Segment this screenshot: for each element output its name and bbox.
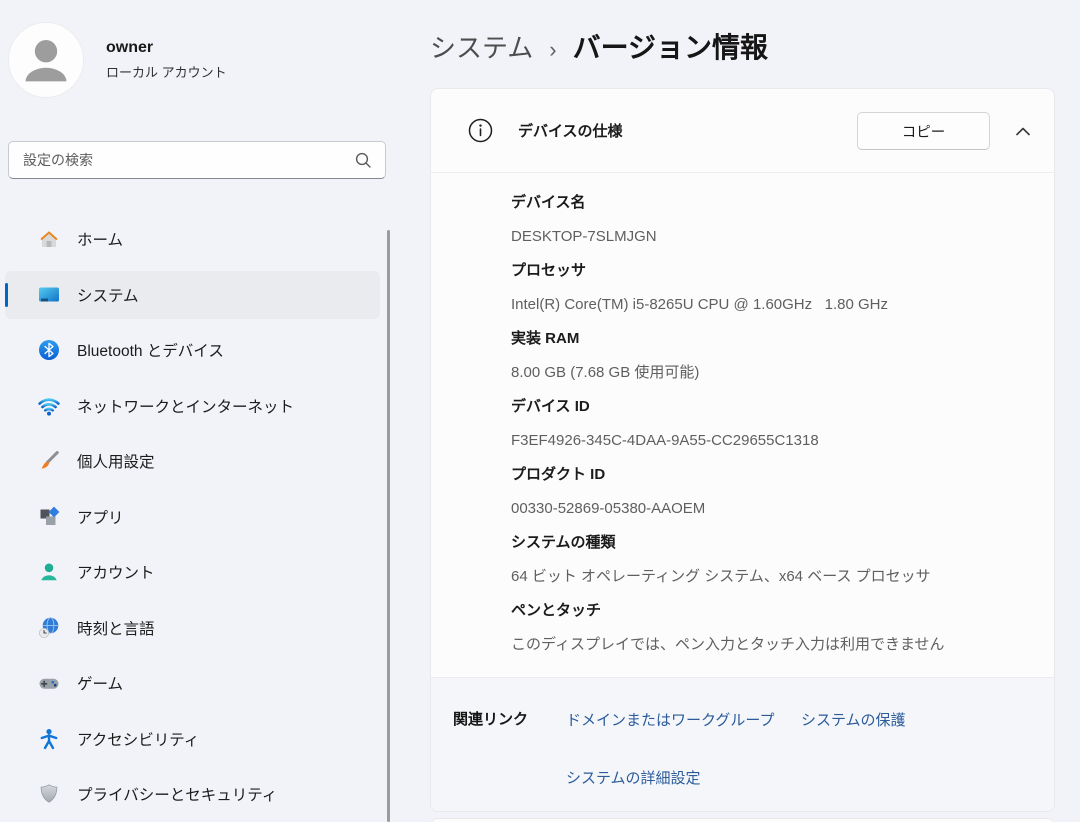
breadcrumb-separator-icon: › <box>549 37 556 63</box>
device-specs-title: デバイスの仕様 <box>518 120 623 141</box>
accounts-icon <box>36 559 62 585</box>
system-icon <box>36 282 62 308</box>
breadcrumb-system[interactable]: システム <box>430 28 533 65</box>
copy-button[interactable]: コピー <box>857 112 990 150</box>
spec-value: F3EF4926-345C-4DAA-9A55-CC29655C1318 <box>511 424 1024 458</box>
sidebar-nav: ホーム システム <box>5 215 380 822</box>
spec-row: プロセッサ Intel(R) Core(TM) i5-8265U CPU @ 1… <box>511 254 1024 322</box>
privacy-shield-icon <box>36 781 62 807</box>
apps-icon <box>36 504 62 530</box>
sidebar-item-accessibility[interactable]: アクセシビリティ <box>5 715 380 763</box>
spec-value: 00330-52869-05380-AAOEM <box>511 492 1024 526</box>
sidebar-item-accounts[interactable]: アカウント <box>5 548 380 596</box>
settings-sidebar: owner ローカル アカウント ホーム <box>0 0 392 822</box>
personalization-icon <box>36 448 62 474</box>
sidebar-item-system[interactable]: システム <box>5 271 380 319</box>
sidebar-item-label: アプリ <box>77 506 124 528</box>
spec-value: 8.00 GB (7.68 GB 使用可能) <box>511 356 1024 390</box>
spec-row: デバイス ID F3EF4926-345C-4DAA-9A55-CC29655C… <box>511 390 1024 458</box>
spec-value: 64 ビット オペレーティング システム、x64 ベース プロセッサ <box>511 560 1024 594</box>
sidebar-item-label: システム <box>77 284 139 306</box>
bluetooth-icon <box>36 337 62 363</box>
spec-label: プロセッサ <box>511 254 1024 288</box>
sidebar-item-label: 時刻と言語 <box>77 617 155 639</box>
search-icon <box>353 150 373 170</box>
spec-row: システムの種類 64 ビット オペレーティング システム、x64 ベース プロセ… <box>511 526 1024 594</box>
spec-value: Intel(R) Core(TM) i5-8265U CPU @ 1.60GHz… <box>511 288 1024 322</box>
page-title: バージョン情報 <box>573 26 768 66</box>
spec-label: デバイス ID <box>511 390 1024 424</box>
gaming-icon <box>36 670 62 696</box>
sidebar-item-privacy-security[interactable]: プライバシーとセキュリティ <box>5 770 380 818</box>
spec-label: デバイス名 <box>511 186 1024 220</box>
spec-label: 実装 RAM <box>511 322 1024 356</box>
spec-label: システムの種類 <box>511 526 1024 560</box>
spec-label: プロダクト ID <box>511 458 1024 492</box>
sidebar-scrollbar[interactable] <box>387 230 390 822</box>
info-icon <box>467 117 494 144</box>
link-domain-workgroup[interactable]: ドメインまたはワークグループ <box>566 709 775 730</box>
sidebar-item-label: アクセシビリティ <box>77 728 199 750</box>
spec-label: ペンとタッチ <box>511 594 1024 628</box>
spec-value: このディスプレイでは、ペン入力とタッチ入力は利用できません <box>511 628 1024 662</box>
user-name: owner <box>106 39 227 57</box>
sidebar-item-label: プライバシーとセキュリティ <box>77 783 277 805</box>
sidebar-item-personalization[interactable]: 個人用設定 <box>5 437 380 485</box>
link-advanced-system-settings[interactable]: システムの詳細設定 <box>566 767 701 788</box>
avatar <box>8 22 84 98</box>
time-language-icon <box>36 615 62 641</box>
accessibility-icon <box>36 726 62 752</box>
sidebar-item-time-language[interactable]: 時刻と言語 <box>5 604 380 652</box>
related-links-title: 関連リンク <box>453 708 528 729</box>
person-icon <box>9 22 83 98</box>
spec-row: 実装 RAM 8.00 GB (7.68 GB 使用可能) <box>511 322 1024 390</box>
sidebar-item-apps[interactable]: アプリ <box>5 493 380 541</box>
user-account-type: ローカル アカウント <box>106 62 227 81</box>
sidebar-item-label: ネットワークとインターネット <box>77 395 294 417</box>
spec-row: ペンとタッチ このディスプレイでは、ペン入力とタッチ入力は利用できません <box>511 594 1024 662</box>
chevron-up-icon[interactable] <box>1012 121 1034 143</box>
sidebar-item-network-internet[interactable]: ネットワークとインターネット <box>5 382 380 430</box>
related-links-footer: 関連リンク ドメインまたはワークグループ システムの保護 システムの詳細設定 <box>431 677 1054 811</box>
home-icon <box>36 226 62 252</box>
sidebar-item-label: Bluetooth とデバイス <box>77 339 224 361</box>
sidebar-item-label: ホーム <box>77 228 123 250</box>
search-input[interactable] <box>23 152 353 168</box>
sidebar-item-label: アカウント <box>77 561 155 583</box>
network-icon <box>36 393 62 419</box>
spec-row: デバイス名 DESKTOP-7SLMJGN <box>511 186 1024 254</box>
device-specs-card: デバイスの仕様 コピー デバイス名 DESKTOP-7SLMJGN プロセッサ … <box>430 88 1055 812</box>
sidebar-item-label: 個人用設定 <box>77 450 155 472</box>
breadcrumb: システム › バージョン情報 <box>430 26 768 66</box>
sidebar-item-bluetooth-devices[interactable]: Bluetooth とデバイス <box>5 326 380 374</box>
sidebar-item-label: ゲーム <box>77 672 123 694</box>
device-specs-body: デバイス名 DESKTOP-7SLMJGN プロセッサ Intel(R) Cor… <box>431 173 1054 662</box>
sidebar-item-home[interactable]: ホーム <box>5 215 380 263</box>
main-content: システム › バージョン情報 デバイスの仕様 コピー デバイス名 DESKTOP… <box>430 0 1080 822</box>
spec-row: プロダクト ID 00330-52869-05380-AAOEM <box>511 458 1024 526</box>
settings-search-box[interactable] <box>8 141 386 179</box>
spec-value: DESKTOP-7SLMJGN <box>511 220 1024 254</box>
link-system-protection[interactable]: システムの保護 <box>801 709 906 730</box>
next-expander-card-edge[interactable] <box>430 818 1055 822</box>
sidebar-item-gaming[interactable]: ゲーム <box>5 659 380 707</box>
user-account-block[interactable]: owner ローカル アカウント <box>8 20 338 100</box>
device-specs-header: デバイスの仕様 コピー <box>431 89 1054 173</box>
